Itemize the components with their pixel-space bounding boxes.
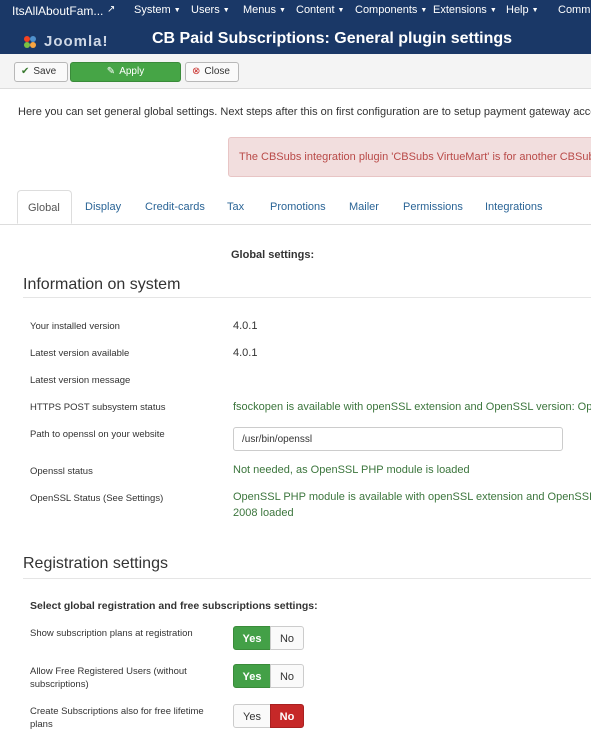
tab-tax[interactable]: Tax bbox=[227, 190, 244, 224]
yes-option[interactable]: Yes bbox=[233, 664, 271, 688]
chevron-down-icon: ▼ bbox=[420, 7, 428, 14]
chevron-down-icon: ▼ bbox=[222, 7, 230, 14]
tab-display[interactable]: Display bbox=[85, 190, 121, 224]
registration-subheading: Select global registration and free subs… bbox=[30, 600, 318, 612]
tab-global[interactable]: Global bbox=[17, 190, 72, 224]
tab-mailer[interactable]: Mailer bbox=[349, 190, 379, 224]
openssl-status-value: Not needed, as OpenSSL PHP module is loa… bbox=[233, 464, 470, 476]
close-label: Close bbox=[204, 66, 230, 77]
section-divider bbox=[23, 297, 591, 298]
apply-button[interactable]: ✎ Apply bbox=[70, 62, 181, 82]
menu-components[interactable]: Components ▼ bbox=[355, 4, 427, 16]
section-title-information: Information on system bbox=[23, 276, 181, 293]
field-label: Create Subscriptions also for free lifet… bbox=[30, 706, 204, 730]
menu-system[interactable]: System ▼ bbox=[134, 4, 181, 16]
https-post-status-value: fsockopen is available with openSSL exte… bbox=[233, 401, 591, 413]
no-option[interactable]: No bbox=[270, 704, 304, 728]
no-option[interactable]: No bbox=[270, 626, 304, 650]
installed-version-value: 4.0.1 bbox=[233, 320, 258, 332]
tab-permissions[interactable]: Permissions bbox=[403, 190, 463, 224]
yes-option[interactable]: Yes bbox=[233, 704, 271, 728]
field-label: OpenSSL Status (See Settings) bbox=[30, 493, 164, 504]
edit-icon: ✎ bbox=[106, 66, 116, 77]
chevron-down-icon: ▼ bbox=[279, 7, 286, 14]
joomla-logo-icon bbox=[24, 36, 36, 48]
chevron-down-icon: ▼ bbox=[173, 7, 181, 14]
menu-users[interactable]: Users ▼ bbox=[191, 4, 230, 16]
save-label: Save bbox=[33, 66, 57, 77]
latest-version-value: 4.0.1 bbox=[233, 347, 258, 359]
lifetime-subscriptions-toggle: Yes No bbox=[233, 704, 304, 728]
field-label: Path to openssl on your website bbox=[30, 429, 165, 440]
allow-free-users-toggle: Yes No bbox=[233, 664, 304, 688]
close-button[interactable]: ⊗ Close bbox=[185, 62, 239, 82]
check-icon: ✔ bbox=[21, 66, 30, 77]
global-settings-heading: Global settings: bbox=[231, 249, 315, 261]
tab-credit-cards[interactable]: Credit-cards bbox=[145, 190, 205, 224]
close-icon: ⊗ bbox=[192, 66, 201, 77]
menu-menus[interactable]: Menus ▼ bbox=[243, 4, 286, 16]
field-label: Allow Free Registered Users (without sub… bbox=[30, 666, 187, 690]
field-label: HTTPS POST subsystem status bbox=[30, 402, 166, 413]
chevron-down-icon: ▼ bbox=[489, 7, 497, 14]
error-alert: The CBSubs integration plugin 'CBSubs Vi… bbox=[228, 137, 591, 177]
field-label: Openssl status bbox=[30, 466, 93, 477]
openssl-status-settings-value: OpenSSL PHP module is available with ope… bbox=[233, 491, 591, 503]
section-divider bbox=[23, 578, 591, 579]
external-link-icon[interactable]: ↗ bbox=[107, 4, 115, 15]
intro-text: Here you can set general global settings… bbox=[18, 106, 591, 118]
save-button[interactable]: ✔ Save bbox=[14, 62, 68, 82]
chevron-down-icon: ▼ bbox=[337, 7, 345, 14]
field-label: Show subscription plans at registration bbox=[30, 628, 193, 639]
field-label: Your installed version bbox=[30, 321, 120, 332]
yes-option[interactable]: Yes bbox=[233, 626, 271, 650]
apply-label: Apply bbox=[119, 66, 145, 77]
site-name-link[interactable]: ItsAllAboutFam... bbox=[12, 4, 103, 18]
openssl-status-settings-value-line2: 2008 loaded bbox=[233, 507, 294, 519]
openssl-path-input[interactable] bbox=[233, 427, 563, 451]
tab-promotions[interactable]: Promotions bbox=[270, 190, 326, 224]
chevron-down-icon: ▼ bbox=[531, 7, 539, 14]
menu-help[interactable]: Help ▼ bbox=[506, 4, 539, 16]
toolbar: ✔ Save ✎ Apply ⊗ Close bbox=[0, 54, 591, 89]
tab-integrations[interactable]: Integrations bbox=[485, 190, 542, 224]
field-label: Latest version available bbox=[30, 348, 130, 359]
page-header: Joomla! CB Paid Subscriptions: General p… bbox=[0, 24, 591, 58]
admin-menu-bar: ItsAllAboutFam... ↗ System ▼ Users ▼ Menus… bbox=[0, 0, 591, 24]
settings-tabs: Global Display Credit-cards Tax Promotio… bbox=[0, 190, 591, 225]
no-option[interactable]: No bbox=[270, 664, 304, 688]
section-title-registration: Registration settings bbox=[23, 555, 168, 572]
menu-extensions[interactable]: Extensions ▼ bbox=[433, 4, 497, 16]
page-title: CB Paid Subscriptions: General plugin se… bbox=[152, 30, 513, 47]
show-plans-toggle: Yes No bbox=[233, 626, 304, 650]
field-label: Latest version message bbox=[30, 375, 131, 386]
menu-content[interactable]: Content ▼ bbox=[296, 4, 344, 16]
menu-community[interactable]: Commu bbox=[558, 4, 591, 16]
brand-name: Joomla! bbox=[44, 33, 109, 50]
